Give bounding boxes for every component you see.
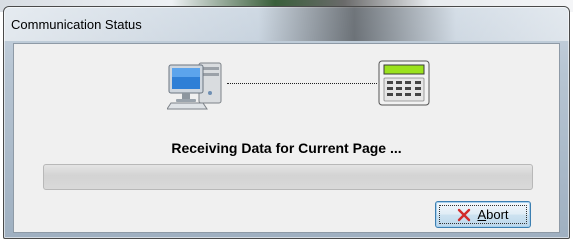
abort-button[interactable]: Abort [435,201,531,228]
computer-icon [166,59,227,111]
progress-bar [43,164,533,190]
red-x-icon [457,208,471,222]
abort-button-label: Abort [477,207,509,222]
connection-line [227,83,377,84]
keypad-panel-icon [378,60,430,106]
status-message: Receiving Data for Current Page ... [171,140,402,156]
dialog-content: Receiving Data for Current Page ... Abor… [13,43,560,233]
communication-status-window: Communication Status Receiving Data for … [3,6,570,239]
window-title: Communication Status [11,17,142,32]
